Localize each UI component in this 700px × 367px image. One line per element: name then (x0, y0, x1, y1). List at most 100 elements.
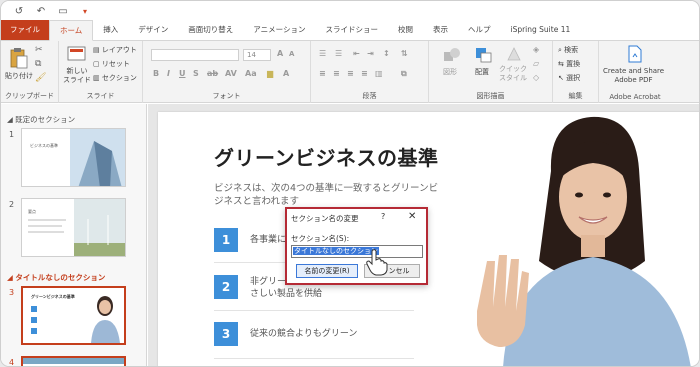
slide-thumbnail-3[interactable]: グリーンビジネスの基準 (21, 286, 126, 345)
shape-fill-icon[interactable]: ◈ (533, 45, 539, 54)
line-spacing-icon[interactable]: ↕ (383, 49, 390, 58)
shadow-icon[interactable]: S (193, 69, 199, 78)
slides-group: 新しい スライド ▤ レイアウト ▢ リセット ▥ セクション スライド (59, 41, 143, 103)
copy-icon[interactable]: ⧉ (35, 59, 41, 69)
italic-icon[interactable]: I (167, 69, 170, 78)
close-icon[interactable]: ✕ (408, 211, 416, 222)
underline-icon[interactable]: U (179, 69, 186, 78)
tab-ispring[interactable]: iSpring Suite 11 (500, 20, 580, 40)
thumb-line (28, 219, 66, 221)
smartart-icon[interactable]: ⧉ (401, 69, 407, 79)
section-default-label: 既定のセクション (15, 115, 76, 124)
align-center-icon[interactable]: ≡ (333, 69, 340, 78)
section-button[interactable]: ▥ セクション (93, 73, 137, 83)
tab-home[interactable]: ホーム (49, 20, 94, 41)
adobe-pdf-icon[interactable] (627, 45, 643, 63)
shape-outline-icon[interactable]: ▱ (533, 59, 539, 68)
bullets-icon[interactable]: ☰ (319, 49, 326, 58)
thumb-bullet (31, 317, 37, 323)
section-name-input[interactable]: タイトルなしのセクション (291, 245, 423, 258)
bold-icon[interactable]: B (153, 69, 159, 78)
powerpoint-window: ↺ ↶ ▭ ▾ ファイル ホーム 挿入 デザイン 画面切り替え アニメーション … (0, 0, 700, 367)
grow-font-icon[interactable]: A (277, 49, 283, 58)
shape-effects-icon[interactable]: ◇ (533, 73, 539, 82)
item-number-3: 3 (214, 322, 238, 346)
find-button[interactable]: ⌕ 検索 (558, 45, 578, 55)
item-divider (214, 358, 414, 359)
select-icon: ↖ (558, 74, 567, 82)
quick-styles-icon[interactable] (505, 45, 523, 63)
drawing-group: 図形 配置 クイック スタイル ◈ ▱ ◇ 図形描画 (429, 41, 553, 103)
replace-label: 置換 (566, 60, 581, 68)
slide-thumbnail-4[interactable] (21, 356, 126, 366)
strikethrough-icon[interactable]: ab (207, 69, 218, 78)
tab-help[interactable]: ヘルプ (458, 20, 501, 40)
tab-view[interactable]: 表示 (423, 20, 458, 40)
editing-group-label: 編集 (568, 92, 583, 100)
reset-button[interactable]: ▢ リセット (93, 59, 130, 69)
char-spacing-icon[interactable]: AV (225, 69, 237, 78)
decrease-indent-icon[interactable]: ⇤ (353, 49, 360, 58)
shapes-button[interactable]: 図形 (443, 67, 457, 77)
change-case-icon[interactable]: Aa (245, 69, 257, 78)
shrink-font-icon[interactable]: A (289, 50, 294, 58)
layout-icon: ▤ (93, 46, 102, 54)
tab-file[interactable]: ファイル (1, 20, 49, 40)
cut-icon[interactable]: ✂ (35, 45, 43, 55)
new-slide-icon[interactable] (67, 45, 87, 63)
item-text-3[interactable]: 従来の競合よりもグリーン (250, 328, 357, 340)
customize-icon[interactable]: ▾ (79, 7, 91, 16)
increase-indent-icon[interactable]: ⇥ (367, 49, 374, 58)
text-direction-icon[interactable]: ⇅ (401, 49, 408, 58)
slide-number: 4 (9, 358, 15, 367)
arrange-button[interactable]: 配置 (475, 67, 489, 77)
woman-photo[interactable] (469, 111, 700, 367)
select-button[interactable]: ↖ 選択 (558, 73, 580, 83)
slide-subtitle[interactable]: ビジネスは、次の4つの基準に一致するとグリーンビジネスと言われます (214, 182, 444, 208)
tab-design[interactable]: デザイン (128, 20, 178, 40)
create-share-pdf-button[interactable]: Create and Share Adobe PDF (603, 67, 664, 85)
item-divider (214, 310, 414, 311)
new-slide-button[interactable]: 新しい スライド (63, 67, 91, 85)
slide-thumbnail-1[interactable]: ビジネスの基準 (21, 128, 126, 187)
tab-review[interactable]: 校閲 (388, 20, 423, 40)
justify-icon[interactable]: ≡ (361, 69, 368, 78)
slides-group-label: スライド (86, 92, 115, 100)
columns-icon[interactable]: ▥ (375, 69, 383, 78)
slide-number: 1 (9, 130, 15, 139)
quick-access-toolbar: ↺ ↶ ▭ ▾ (1, 1, 699, 21)
layout-button[interactable]: ▤ レイアウト (93, 45, 137, 55)
font-color-icon[interactable]: A (283, 69, 289, 78)
autosave-icon[interactable]: ↺ (13, 6, 25, 17)
align-left-icon[interactable]: ≡ (319, 69, 326, 78)
thumb-banner (23, 358, 124, 364)
rename-button[interactable]: 名前の変更(R) (296, 264, 358, 278)
numbering-icon[interactable]: ☰ (335, 49, 342, 58)
slide-number: 3 (9, 288, 15, 297)
slide-title[interactable]: グリーンビジネスの基準 (214, 142, 439, 171)
thumb-line (28, 225, 62, 227)
font-size-dropdown[interactable]: 14 (243, 49, 271, 61)
font-group-label: フォント (212, 92, 241, 100)
align-right-icon[interactable]: ≡ (347, 69, 354, 78)
tab-animations[interactable]: アニメーション (243, 20, 315, 40)
slide-thumbnail-2[interactable]: 要点 (21, 198, 126, 257)
help-icon[interactable]: ? (381, 212, 385, 221)
tab-slideshow[interactable]: スライドショー (315, 20, 388, 40)
paste-button[interactable]: 貼り付け (5, 71, 33, 81)
font-name-dropdown[interactable] (151, 49, 239, 61)
quick-styles-button[interactable]: クイック スタイル (499, 65, 527, 83)
section-header-default[interactable]: ◢ 既定のセクション (7, 114, 75, 125)
highlight-icon[interactable]: ▆ (267, 69, 273, 78)
tab-insert[interactable]: 挿入 (93, 20, 128, 40)
format-painter-icon[interactable]: 🖌 (35, 73, 46, 83)
start-presentation-icon[interactable]: ▭ (57, 6, 69, 17)
section-header-untitled[interactable]: ◢ タイトルなしのセクション (7, 272, 105, 283)
tab-transitions[interactable]: 画面切り替え (178, 20, 243, 40)
paste-icon[interactable] (9, 47, 29, 69)
undo-icon[interactable]: ↶ (35, 6, 47, 17)
replace-button[interactable]: ⇆ 置換 (558, 59, 580, 69)
shapes-icon[interactable] (443, 47, 461, 63)
hand-cursor-icon (366, 249, 388, 276)
arrange-icon[interactable] (475, 47, 493, 63)
